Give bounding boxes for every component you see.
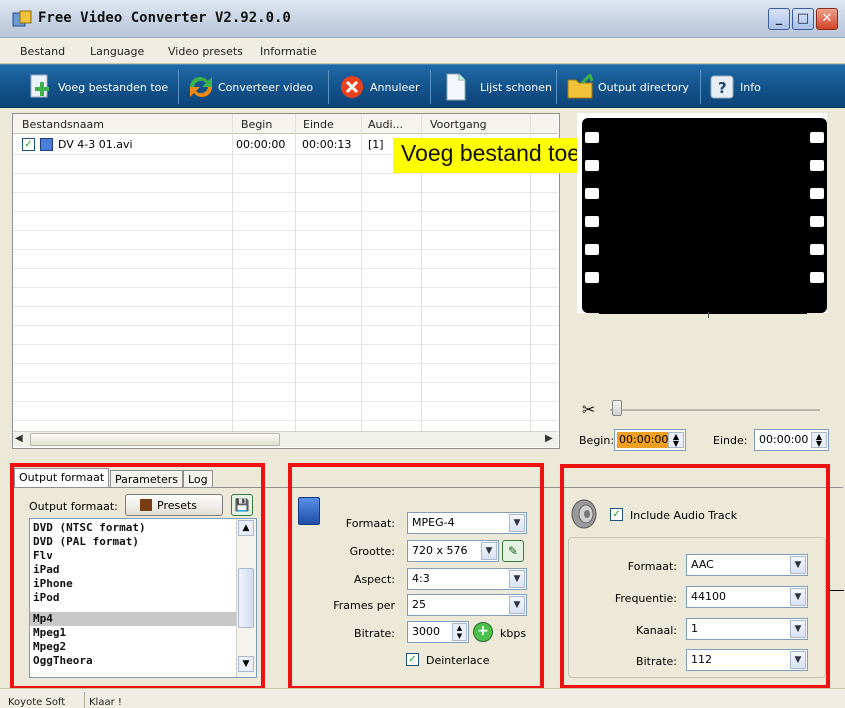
status-company: Koyote Soft: [8, 697, 66, 708]
menu-language[interactable]: Language: [90, 45, 144, 58]
column-header-end[interactable]: Einde: [303, 118, 334, 131]
end-spinner-icon[interactable]: ▲ ▼: [811, 432, 827, 448]
cancel-button[interactable]: Annuleer: [338, 70, 420, 104]
column-header-progress[interactable]: Voortgang: [430, 118, 487, 131]
video-file-icon: [40, 138, 53, 151]
clear-list-button[interactable]: Lijst schonen: [442, 70, 552, 104]
slider-tick: [708, 312, 709, 318]
end-time-field[interactable]: 00:00:00 ▲ ▼: [754, 429, 829, 451]
annotation-label: Voeg bestand toe: [393, 138, 589, 173]
convert-video-button[interactable]: Converteer video: [186, 70, 313, 104]
sprocket-hole: [810, 216, 824, 227]
close-button[interactable]: ✕: [816, 8, 838, 30]
menu-video-presets[interactable]: Video presets: [168, 45, 243, 58]
row-gridline: [13, 420, 558, 421]
trim-slider-track[interactable]: [610, 409, 820, 411]
highlight-box-output-format: [10, 463, 265, 690]
sprocket-hole: [810, 272, 824, 283]
begin-label: Begin:: [579, 434, 615, 447]
scroll-left-icon[interactable]: ◀: [15, 433, 23, 444]
sprocket-hole: [810, 160, 824, 171]
maximize-button[interactable]: □: [792, 8, 814, 30]
toolbar-separator: [328, 70, 329, 104]
row-gridline: [13, 230, 558, 231]
begin-time-value: 00:00:00: [617, 432, 671, 448]
row-gridline: [13, 249, 558, 250]
toolbar-separator: [556, 70, 557, 104]
row-audio: [1]: [368, 138, 384, 151]
row-begin: 00:00:00: [236, 138, 286, 151]
sprocket-hole: [585, 188, 599, 199]
row-gridline: [13, 173, 558, 174]
output-directory-button[interactable]: Output directory: [566, 70, 689, 104]
sprocket-hole: [585, 272, 599, 283]
column-divider: [295, 114, 296, 434]
scissors-icon[interactable]: ✂: [582, 400, 595, 419]
minimize-button[interactable]: _: [768, 8, 790, 30]
row-gridline: [13, 344, 558, 345]
column-header-filename[interactable]: Bestandsnaam: [22, 118, 104, 131]
toolbar-separator: [178, 70, 179, 104]
document-icon: [442, 73, 470, 101]
sprocket-hole: [810, 244, 824, 255]
menu-informatie[interactable]: Informatie: [260, 45, 317, 58]
row-gridline: [13, 363, 558, 364]
sprocket-hole: [810, 132, 824, 143]
end-time-value: 00:00:00: [759, 433, 809, 446]
help-icon: ?: [708, 73, 736, 101]
add-files-label: Voeg bestanden toe: [58, 80, 169, 94]
preview-frame: [599, 128, 807, 314]
toolbar-separator: [430, 70, 431, 104]
row-end: 00:00:13: [302, 138, 352, 151]
convert-video-label: Converteer video: [218, 80, 314, 94]
status-state: Klaar !: [89, 697, 122, 708]
row-gridline: [13, 192, 558, 193]
svg-text:?: ?: [718, 79, 727, 97]
scroll-right-icon[interactable]: ▶: [545, 433, 553, 444]
toolbar-separator: [700, 70, 701, 104]
info-label: Info: [740, 80, 761, 94]
row-gridline: [13, 287, 558, 288]
sprocket-hole: [585, 216, 599, 227]
begin-time-field[interactable]: 00:00:00 ▲ ▼: [614, 429, 686, 451]
app-window: Free Video Converter V2.92.0.0 _ □ ✕ Bes…: [0, 0, 845, 708]
column-header-audio[interactable]: Audi...: [368, 118, 403, 131]
menu-bestand[interactable]: Bestand: [20, 45, 65, 58]
add-file-icon: [26, 73, 54, 101]
cancel-icon: [338, 73, 366, 101]
sprocket-hole: [810, 188, 824, 199]
callout-line: [830, 590, 844, 591]
app-icon: [12, 10, 32, 28]
convert-icon: [186, 73, 214, 101]
row-gridline: [13, 325, 558, 326]
row-gridline: [13, 268, 558, 269]
highlight-box-video-settings: [288, 463, 544, 690]
column-divider: [361, 114, 362, 434]
trim-slider-handle[interactable]: [612, 400, 622, 416]
row-checkbox[interactable]: ✓: [22, 138, 35, 151]
folder-icon: [566, 73, 594, 101]
column-divider: [232, 114, 233, 434]
row-gridline: [13, 382, 558, 383]
info-button[interactable]: ? Info: [708, 70, 761, 104]
sprocket-hole: [585, 160, 599, 171]
scrollbar-thumb[interactable]: [30, 433, 280, 446]
row-gridline: [13, 306, 558, 307]
sprocket-hole: [585, 132, 599, 143]
cancel-label: Annuleer: [370, 80, 420, 94]
output-directory-label: Output directory: [598, 80, 689, 94]
highlight-box-audio-settings: [560, 464, 830, 689]
clear-list-label: Lijst schonen: [480, 80, 552, 94]
begin-spinner-icon[interactable]: ▲ ▼: [668, 432, 684, 448]
row-filename: DV 4-3 01.avi: [58, 138, 133, 151]
sprocket-hole: [585, 244, 599, 255]
row-gridline: [13, 401, 558, 402]
column-header-begin[interactable]: Begin: [241, 118, 272, 131]
window-title: Free Video Converter V2.92.0.0: [38, 10, 291, 26]
end-label: Einde:: [713, 434, 748, 447]
status-divider: [84, 692, 85, 708]
row-gridline: [13, 211, 558, 212]
add-files-button[interactable]: Voeg bestanden toe: [26, 70, 168, 104]
status-bar: [0, 688, 845, 708]
